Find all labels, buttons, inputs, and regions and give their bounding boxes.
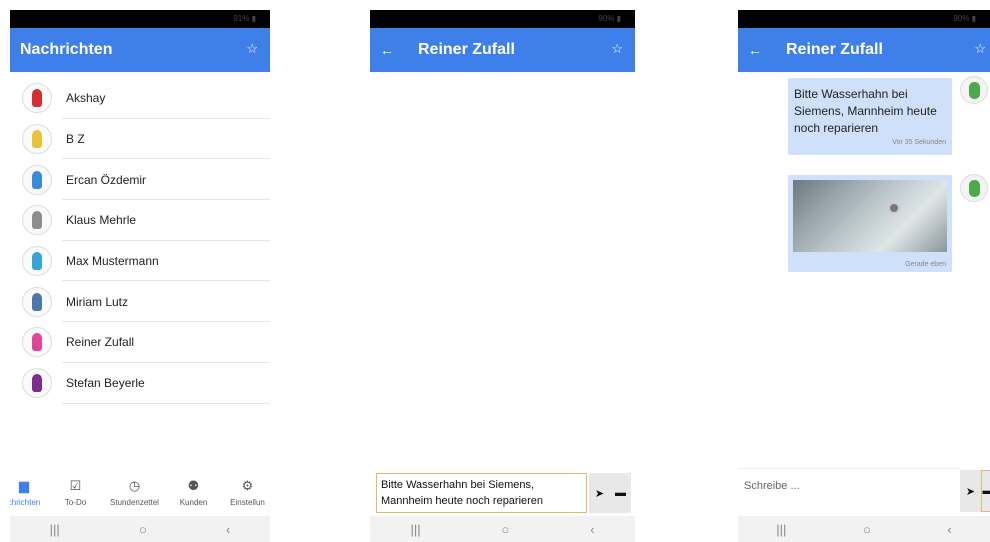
message-text: Bitte Wasserhahn bei Siemens, Mannheim h… — [794, 87, 937, 135]
contact-item[interactable]: Max Mustermann — [10, 241, 270, 282]
system-navigation: ||| ○ ‹ — [10, 516, 270, 542]
page-title: Nachrichten — [20, 41, 113, 58]
contact-item[interactable]: Akshay — [10, 78, 270, 119]
timer-icon: ◷ — [128, 478, 141, 493]
phone-chat-sent-screen: 90% ▮ ← Reiner Zufall ☆ Bitte Wasserhahn… — [738, 10, 990, 542]
star-icon[interactable]: ☆ — [974, 41, 986, 57]
nav-label: Kunden — [179, 498, 208, 507]
avatar — [22, 368, 52, 399]
contact-name: Reiner Zufall — [66, 335, 135, 350]
contact-item[interactable]: Miriam Lutz — [10, 281, 270, 323]
send-button[interactable]: ➤ — [589, 473, 610, 513]
status-bar: 91% ▮ — [10, 10, 270, 28]
image-icon: ▬ — [615, 487, 626, 499]
recent-apps-icon[interactable]: ||| — [50, 522, 60, 537]
send-icon: ➤ — [594, 487, 605, 500]
nav-label: Stundenzettel — [110, 498, 159, 507]
photo-attachment[interactable] — [793, 180, 947, 252]
chat-title: Reiner Zufall — [418, 41, 515, 58]
system-navigation: ||| ○ ‹ — [370, 516, 635, 542]
contact-name: B Z — [66, 132, 85, 147]
back-nav-icon[interactable]: ‹ — [590, 522, 594, 537]
image-icon: ▬ — [982, 485, 990, 497]
contact-name: Stefan Beyerle — [66, 376, 145, 391]
phone-contacts-screen: 91% ▮ Nachrichten ☆ Akshay B Z Ercan Özd… — [10, 10, 270, 542]
home-icon[interactable]: ○ — [501, 522, 509, 537]
avatar — [22, 246, 52, 277]
star-icon[interactable]: ☆ — [611, 41, 623, 57]
nav-messages[interactable]: ▆ chrichten — [10, 476, 44, 516]
system-navigation: ||| ○ ‹ — [738, 516, 990, 542]
battery-status: 91% ▮ — [233, 14, 256, 23]
back-nav-icon[interactable]: ‹ — [947, 522, 951, 537]
contact-name: Klaus Mehrle — [66, 213, 137, 228]
gear-icon: ⚙ — [241, 478, 254, 493]
arrow-left-icon[interactable]: ← — [380, 42, 404, 58]
avatar — [22, 205, 52, 236]
contact-name: Akshay — [66, 91, 106, 106]
phone-chat-draft-screen: 90% ▮ ← Reiner Zufall ☆ Bitte Wasserhahn… — [370, 10, 635, 542]
contact-item[interactable]: Stefan Beyerle — [10, 363, 270, 404]
contact-list: Akshay B Z Ercan Özdemir Klaus Mehrle Ma… — [10, 78, 270, 404]
attach-image-button[interactable]: ▬ — [981, 470, 990, 512]
nav-label: Einstellun — [230, 498, 265, 507]
nav-label: chrichten — [10, 498, 41, 507]
divider — [62, 402, 270, 404]
chat-icon: ▆ — [19, 478, 29, 493]
recent-apps-icon[interactable]: ||| — [410, 522, 420, 537]
chat-title: Reiner Zufall — [786, 41, 883, 58]
arrow-left-icon[interactable]: ← — [748, 42, 772, 58]
checkbox-icon: ☑ — [69, 478, 82, 493]
attach-image-button[interactable]: ▬ — [610, 473, 631, 513]
avatar — [22, 83, 52, 114]
avatar — [22, 124, 52, 155]
app-bar: ← Reiner Zufall ☆ — [370, 28, 635, 72]
battery-status: 90% ▮ — [953, 14, 976, 23]
avatar — [22, 164, 52, 195]
avatar — [22, 327, 52, 358]
contact-item[interactable]: Ercan Özdemir — [10, 159, 270, 201]
status-bar: 90% ▮ — [738, 10, 990, 28]
bottom-navigation: ▆ chrichten ☑ To-Do ◷ Stundenzettel ⚉ Ku… — [10, 476, 270, 516]
nav-timesheet[interactable]: ◷ Stundenzettel — [107, 476, 162, 516]
avatar — [960, 76, 988, 104]
contact-item[interactable]: Reiner Zufall — [10, 322, 270, 363]
recent-apps-icon[interactable]: ||| — [776, 522, 786, 537]
battery-status: 90% ▮ — [598, 14, 621, 23]
nav-label: To-Do — [64, 498, 87, 507]
contact-name: Ercan Özdemir — [66, 172, 147, 187]
avatar — [22, 286, 52, 317]
avatar — [960, 174, 988, 202]
back-nav-icon[interactable]: ‹ — [226, 522, 230, 537]
send-button[interactable]: ➤ — [960, 470, 981, 512]
message-time: Gerade eben — [905, 261, 946, 268]
message-time: Vor 35 Sekunden — [892, 139, 946, 146]
people-icon: ⚉ — [187, 478, 200, 493]
home-icon[interactable]: ○ — [863, 522, 871, 537]
message-input[interactable]: Schreibe ... — [738, 468, 960, 512]
status-bar: 90% ▮ — [370, 10, 635, 28]
app-bar: ← Reiner Zufall ☆ — [738, 28, 990, 72]
contact-item[interactable]: Klaus Mehrle — [10, 200, 270, 241]
send-icon: ➤ — [965, 485, 976, 498]
contact-name: Max Mustermann — [66, 254, 159, 269]
contact-name: Miriam Lutz — [66, 294, 129, 309]
contact-item[interactable]: B Z — [10, 119, 270, 160]
nav-settings[interactable]: ⚙ Einstellun — [225, 476, 270, 516]
star-icon[interactable]: ☆ — [246, 41, 258, 57]
message-bubble: Bitte Wasserhahn bei Siemens, Mannheim h… — [788, 78, 952, 155]
home-icon[interactable]: ○ — [139, 522, 147, 537]
nav-todo[interactable]: ☑ To-Do — [48, 476, 103, 516]
nav-customers[interactable]: ⚉ Kunden — [166, 476, 221, 516]
image-message-bubble: Gerade eben — [788, 175, 952, 272]
app-bar: Nachrichten ☆ — [10, 28, 270, 72]
message-input[interactable]: Bitte Wasserhahn bei Siemens, Mannheim h… — [376, 473, 587, 513]
